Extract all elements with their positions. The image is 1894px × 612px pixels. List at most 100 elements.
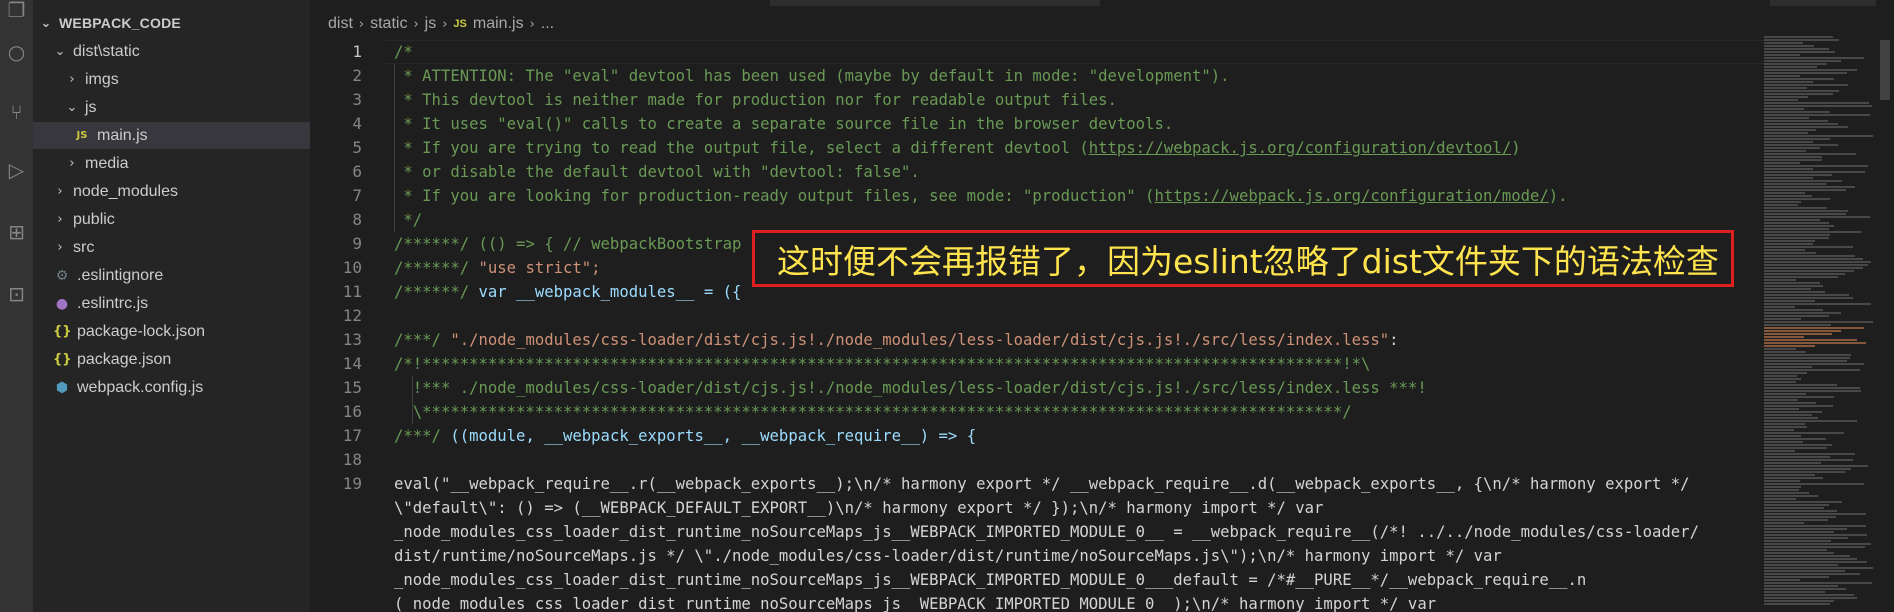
minimap-line: [1764, 135, 1873, 137]
minimap-line: [1764, 465, 1869, 467]
remote-explorer-icon[interactable]: ⊡: [0, 274, 33, 314]
source-control-icon[interactable]: ⑂: [0, 92, 33, 132]
minimap-line: [1764, 498, 1797, 500]
line-number: 5: [352, 138, 362, 157]
breadcrumb-symbol[interactable]: ...: [541, 15, 554, 33]
tree-file-package-json[interactable]: {} package.json: [33, 346, 310, 373]
minimap-line: [1764, 387, 1861, 389]
line-number: 18: [342, 450, 362, 469]
tree-folder-node-modules[interactable]: › node_modules: [33, 178, 310, 205]
minimap-line: [1764, 462, 1822, 464]
minimap-line: [1764, 507, 1825, 509]
minimap-line: [1764, 357, 1850, 359]
tree-folder-dist-static[interactable]: ⌄ dist\static: [33, 38, 310, 65]
code-line: _node_modules_css_loader_dist_runtime_no…: [394, 571, 1587, 589]
code-editor[interactable]: 1 2 3 4 5 6 7 8 9 10 11 12 13 14 15 16 1…: [310, 40, 1764, 612]
minimap-line: [1764, 528, 1847, 530]
minimap-line: [1764, 57, 1865, 59]
minimap-line: [1764, 336, 1804, 338]
minimap-line: [1764, 201, 1802, 203]
minimap-line: [1764, 237, 1830, 239]
search-icon[interactable]: ○: [0, 32, 33, 72]
tree-file-eslintignore[interactable]: ⚙ .eslintignore: [33, 262, 310, 289]
minimap-line: [1764, 366, 1813, 368]
minimap-line: [1764, 102, 1870, 104]
minimap-line: [1764, 444, 1833, 446]
tree-label: src: [73, 238, 95, 256]
files-icon[interactable]: ❐: [0, 0, 33, 30]
minimap-line: [1764, 474, 1816, 476]
minimap-line: [1764, 255, 1856, 257]
breadcrumb-item[interactable]: static: [370, 15, 407, 33]
minimap-line: [1764, 54, 1801, 56]
chevron-right-icon: ›: [69, 156, 75, 171]
minimap-line: [1764, 471, 1846, 473]
js-file-icon: JS: [76, 130, 88, 141]
tree-file-webpack-config[interactable]: ⬢ webpack.config.js: [33, 374, 310, 401]
breadcrumb-item[interactable]: js: [425, 15, 437, 33]
minimap-line: [1764, 60, 1842, 62]
minimap-line: [1764, 411, 1823, 413]
minimap-line: [1764, 282, 1820, 284]
minimap-line: [1764, 585, 1839, 587]
minimap-line: [1764, 177, 1813, 179]
code-text: "use strict";: [478, 259, 601, 277]
minimap-line: [1764, 522, 1804, 524]
minimap-line: [1764, 240, 1816, 242]
chevron-right-icon: ›: [57, 184, 63, 199]
minimap-line: [1764, 261, 1872, 263]
code-line: * This devtool is neither made for produ…: [394, 91, 1117, 109]
minimap-line: [1764, 516, 1837, 518]
explorer-root[interactable]: ⌄ WEBPACK_CODE: [39, 12, 181, 34]
chevron-right-icon: ›: [442, 16, 448, 32]
tree-folder-js[interactable]: ⌄ js: [33, 94, 310, 121]
minimap-line: [1764, 270, 1854, 272]
minimap-line: [1764, 513, 1867, 515]
chevron-down-icon: ⌄: [40, 15, 52, 31]
minimap-line: [1764, 393, 1806, 395]
code-line: !*** ./node_modules/css-loader/dist/cjs.…: [394, 379, 1427, 397]
extensions-icon[interactable]: ⊞: [0, 212, 33, 252]
minimap-line: [1764, 300, 1816, 302]
minimap-line: [1764, 141, 1813, 143]
minimap-line: [1764, 342, 1866, 344]
minimap-line: [1764, 87, 1807, 89]
minimap-line: [1764, 132, 1808, 134]
code-text: :: [1389, 331, 1399, 349]
line-number: 3: [352, 90, 362, 109]
minimap-line: [1764, 327, 1864, 329]
tree-folder-media[interactable]: › media: [33, 150, 310, 177]
minimap-line: [1764, 219, 1820, 221]
minimap-line: [1764, 48, 1830, 50]
tree-file-main-js[interactable]: JS main.js: [33, 122, 310, 149]
tree-folder-public[interactable]: › public: [33, 206, 310, 233]
current-line-highlight: [384, 40, 1764, 64]
breadcrumb-file[interactable]: main.js: [473, 15, 524, 33]
tree-folder-src[interactable]: › src: [33, 234, 310, 261]
chevron-right-icon: ›: [413, 16, 419, 32]
tree-file-package-lock[interactable]: {} package-lock.json: [33, 318, 310, 345]
run-debug-icon[interactable]: ▷: [0, 150, 33, 190]
code-link[interactable]: https://webpack.js.org/configuration/mod…: [1154, 187, 1548, 205]
tree-label: dist\static: [73, 42, 140, 60]
line-number: 13: [342, 330, 362, 349]
minimap-line: [1764, 540, 1831, 542]
minimap-line: [1764, 225, 1834, 227]
code-link[interactable]: https://webpack.js.org/configuration/dev…: [1089, 139, 1511, 157]
minimap[interactable]: [1764, 36, 1876, 612]
scrollbar-thumb[interactable]: [1880, 40, 1890, 100]
root-label: WEBPACK_CODE: [59, 15, 181, 31]
tree-folder-imgs[interactable]: › imgs: [33, 66, 310, 93]
minimap-line: [1764, 567, 1874, 569]
line-number: 9: [352, 234, 362, 253]
tree-file-eslintrc[interactable]: ● .eslintrc.js: [33, 290, 310, 317]
minimap-line: [1764, 171, 1865, 173]
minimap-line: [1764, 423, 1805, 425]
minimap-line: [1764, 576, 1830, 578]
minimap-line: [1764, 117, 1810, 119]
line-number: 12: [342, 306, 362, 325]
chevron-right-icon: ›: [69, 72, 75, 87]
minimap-line: [1764, 252, 1816, 254]
breadcrumb-item[interactable]: dist: [328, 15, 353, 33]
code-line: /*!*************************************…: [394, 355, 1371, 373]
